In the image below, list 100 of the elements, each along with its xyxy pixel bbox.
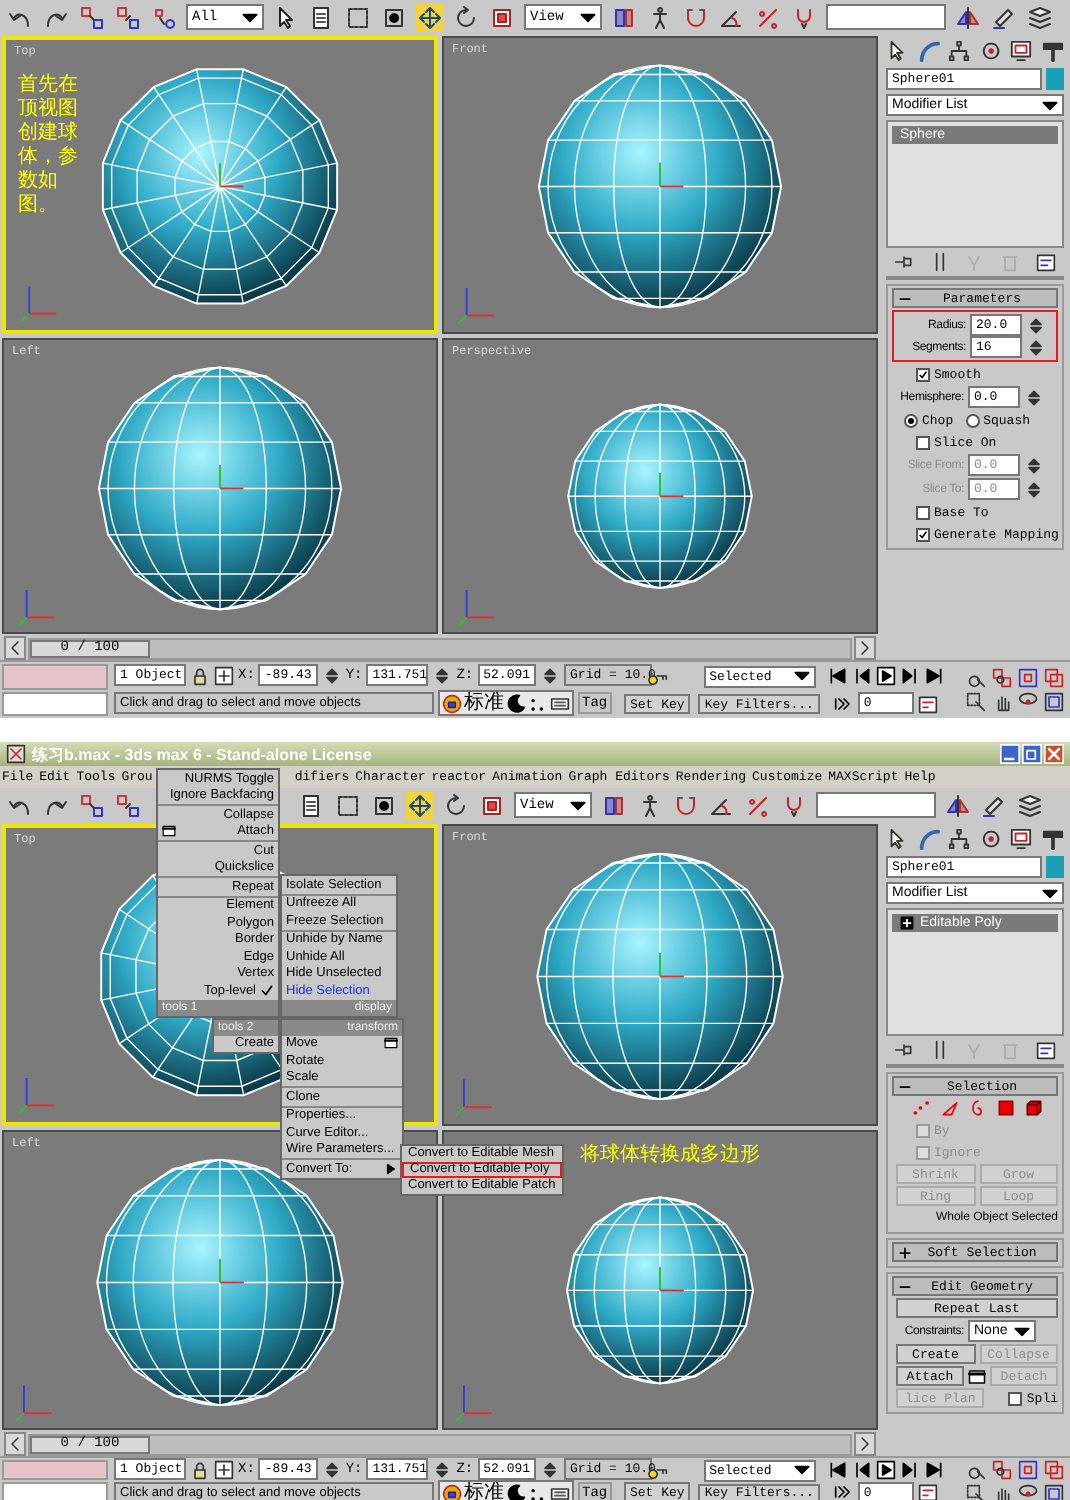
magnet-icon[interactable] [672, 791, 700, 819]
chevron-right-icon[interactable] [854, 636, 876, 660]
monitor-icon[interactable] [1010, 40, 1033, 62]
rotate-arrow-icon[interactable] [442, 791, 470, 819]
spinner-arrows-icon[interactable] [1026, 337, 1046, 357]
scale-squares-icon[interactable] [478, 791, 506, 819]
named-selection-field[interactable] [816, 792, 936, 818]
monitor-icon[interactable] [1010, 828, 1033, 850]
layers-icon[interactable] [1026, 3, 1054, 31]
bind-icon[interactable] [150, 3, 178, 31]
unlink-icon[interactable] [114, 791, 142, 819]
pin-icon[interactable] [893, 1040, 914, 1060]
checkbox[interactable] [1008, 1391, 1023, 1405]
pin-icon[interactable] [893, 252, 914, 272]
target-circle-icon[interactable] [979, 828, 1002, 850]
skip-end-icon[interactable] [923, 1459, 944, 1479]
rotate-arrow-icon[interactable] [452, 3, 480, 31]
hand-icon[interactable] [992, 692, 1012, 712]
script-listener-field[interactable] [2, 1460, 108, 1480]
keyboard-icon[interactable] [550, 1483, 570, 1500]
script-listener-field[interactable] [2, 691, 108, 716]
spinner-arrows-icon[interactable] [432, 1459, 453, 1479]
scale-squares-icon[interactable] [488, 3, 516, 31]
object-color-swatch[interactable] [1046, 856, 1064, 878]
script-listener-field[interactable] [2, 1482, 108, 1500]
spinner-arrows-icon[interactable] [321, 665, 342, 685]
ime-mode-label[interactable]: 标准 [464, 692, 504, 714]
checkbox[interactable] [916, 435, 930, 449]
align-icon[interactable] [980, 791, 1008, 819]
edge-triangle-icon[interactable] [939, 1098, 959, 1118]
skip-end-icon[interactable] [923, 665, 944, 686]
dashed-square-icon[interactable] [344, 3, 372, 31]
moon-icon[interactable] [506, 1483, 526, 1500]
polygon-square-icon[interactable] [995, 1098, 1015, 1118]
unlink-icon[interactable] [114, 3, 142, 31]
magnet-icon[interactable] [682, 3, 710, 31]
chevron-left-icon[interactable] [4, 636, 26, 660]
hierarchy-icon[interactable] [948, 828, 971, 850]
lock-icon[interactable] [190, 1459, 210, 1479]
previous-frame-icon[interactable] [851, 1459, 872, 1479]
settings-box-icon[interactable] [968, 1367, 986, 1385]
target-circle-icon[interactable] [979, 40, 1002, 62]
previous-frame-icon[interactable] [851, 665, 872, 686]
script-listener-field[interactable] [2, 664, 108, 689]
chevron-left-icon[interactable] [4, 1432, 26, 1456]
skip-start-icon[interactable] [827, 1459, 848, 1479]
percent-magnet-icon[interactable] [744, 791, 772, 819]
close-icon[interactable] [1044, 744, 1064, 764]
link-icon[interactable] [78, 791, 106, 819]
spinner-arrows-icon[interactable] [540, 1459, 561, 1479]
checkbox[interactable] [916, 367, 930, 381]
hammer-icon[interactable] [1041, 828, 1064, 850]
element-cube-icon[interactable] [1023, 1098, 1043, 1118]
minimize-icon[interactable] [1000, 744, 1020, 764]
chevron-right-icon[interactable] [854, 1432, 876, 1456]
spinner-arrows-icon[interactable] [321, 1459, 342, 1479]
bent-tube-icon[interactable] [917, 828, 940, 850]
spinner-arrows-icon[interactable] [540, 665, 561, 685]
move-arrows-icon[interactable] [406, 791, 434, 819]
radio-button[interactable] [965, 413, 980, 427]
mirror-icon[interactable] [944, 791, 972, 819]
punctuation-icon[interactable] [528, 693, 548, 713]
dashed-square-icon[interactable] [334, 791, 362, 819]
skip-start-icon[interactable] [827, 665, 848, 686]
ime-logo-icon[interactable] [442, 1483, 462, 1500]
ime-logo-icon[interactable] [442, 693, 462, 713]
restore-icon[interactable] [1022, 744, 1042, 764]
hierarchy-icon[interactable] [948, 40, 971, 62]
mirror-icon[interactable] [954, 3, 982, 31]
object-color-swatch[interactable] [1046, 68, 1064, 90]
next-frame-icon[interactable] [899, 1459, 920, 1479]
punctuation-icon[interactable] [528, 1483, 548, 1500]
play-icon[interactable] [875, 1459, 896, 1479]
checkbox[interactable] [916, 527, 930, 541]
play-icon[interactable] [875, 665, 896, 686]
spinner-arrows-icon[interactable] [432, 665, 453, 685]
next-frame-icon[interactable] [899, 665, 920, 686]
spinner-arrows-icon[interactable] [1024, 387, 1044, 407]
moon-icon[interactable] [506, 693, 526, 713]
keyboard-icon[interactable] [550, 693, 570, 713]
hammer-icon[interactable] [1041, 40, 1064, 62]
hand-icon[interactable] [992, 1483, 1012, 1500]
spinner-arrows-icon[interactable] [1026, 315, 1046, 335]
radio-button[interactable] [904, 413, 918, 427]
border-loop-icon[interactable] [967, 1098, 987, 1118]
spinner-arrows-icon[interactable] [1024, 479, 1044, 499]
move-arrows-icon[interactable] [416, 3, 444, 31]
checkbox[interactable] [916, 505, 930, 519]
named-selection-field[interactable] [826, 4, 946, 30]
orbit-icon[interactable] [1018, 1483, 1038, 1500]
bent-tube-icon[interactable] [917, 40, 940, 62]
ime-mode-label[interactable]: 标准 [464, 1482, 504, 1500]
align-icon[interactable] [990, 3, 1018, 31]
pointer-icon[interactable] [886, 828, 908, 850]
region-zoom-icon[interactable] [966, 1483, 986, 1500]
pointer-icon[interactable] [886, 40, 908, 62]
layers-icon[interactable] [1016, 791, 1044, 819]
lock-icon[interactable] [190, 665, 210, 685]
region-zoom-icon[interactable] [966, 692, 986, 712]
link-icon[interactable] [78, 3, 106, 31]
